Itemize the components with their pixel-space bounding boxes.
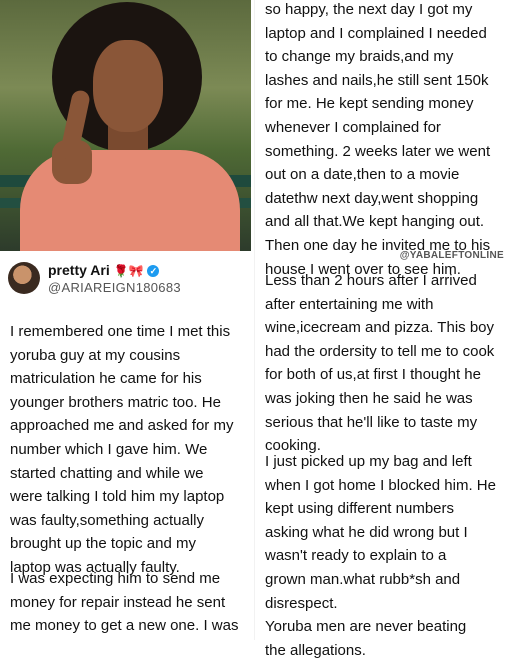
tweet-paragraph: I was expecting him to send me money for… (10, 570, 239, 635)
tweet-header: pretty Ari 🌹🎀 ✓ @ARIAREIGN180683 (0, 254, 251, 298)
avatar[interactable] (8, 262, 40, 294)
photo-face (93, 40, 163, 132)
display-name-text: pretty Ari (48, 262, 110, 278)
name-emoji-badges: 🌹🎀 (113, 264, 144, 278)
tweet-paragraph: so happy, the next day I got my laptop a… (265, 1, 491, 278)
profile-photo (0, 0, 251, 251)
tweet-paragraph: I remembered one time I met this yoruba … (10, 323, 234, 576)
verified-badge-icon: ✓ (147, 265, 160, 277)
tweet-paragraph: Less than 2 hours after I arrived after … (265, 272, 495, 455)
user-handle[interactable]: @ARIAREIGN180683 (48, 280, 181, 295)
display-name[interactable]: pretty Ari 🌹🎀 ✓ (48, 262, 160, 278)
column-divider (254, 0, 255, 640)
watermark: @YABALEFTONLINE (399, 250, 504, 261)
tweet-paragraph: I just picked up my bag and left when I … (265, 453, 496, 659)
